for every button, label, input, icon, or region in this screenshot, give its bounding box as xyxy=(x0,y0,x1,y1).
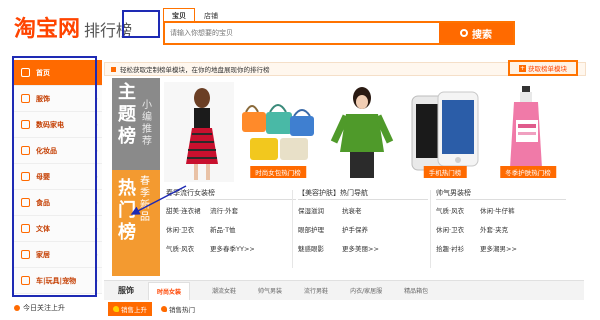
category-link[interactable]: 护手保养 xyxy=(342,224,386,234)
get-module-button[interactable]: + 获取榜单模块 xyxy=(508,60,578,76)
product-image-skincare[interactable]: 冬季护肤热门榜 xyxy=(488,82,568,182)
category-link[interactable]: 更多春季YY>> xyxy=(210,243,254,253)
bullet-icon xyxy=(14,305,20,311)
theme-ranking-title: 主题榜 xyxy=(118,82,136,147)
sidebar-highlight-box xyxy=(12,56,97,297)
hot-ranking-title: 热门榜 xyxy=(118,178,136,243)
category-link[interactable]: 更多美丽>> xyxy=(342,243,386,253)
get-module-label: 获取榜单模块 xyxy=(528,65,567,73)
list-item: 气质·风衣 休闲·牛仔裤 xyxy=(436,200,566,219)
list-item: 保湿滋润 抗衰老 xyxy=(298,200,428,219)
green-top-model-image xyxy=(322,82,402,182)
category-link[interactable]: 气质·风衣 xyxy=(436,205,480,215)
search-icon xyxy=(460,29,468,37)
hot-ranking-banner[interactable]: 热门榜 春季新品 xyxy=(112,170,160,276)
tab-bags[interactable]: 精品箱包 xyxy=(404,286,428,295)
flame-icon xyxy=(113,306,119,312)
category-link[interactable]: 甜美·连衣裙 xyxy=(166,205,210,215)
product-image-phone[interactable]: 手机热门榜 xyxy=(404,82,486,182)
sales-toggle-row: 销售上升 销售热门 xyxy=(104,300,584,318)
sales-rising-button[interactable]: 销售上升 xyxy=(108,302,152,316)
search-tab-item[interactable]: 宝贝 xyxy=(163,8,195,21)
list-item: 魅惑眼影 更多美丽>> xyxy=(298,238,428,257)
search-box: 搜索 xyxy=(163,21,515,45)
tab-womens-shoes[interactable]: 潮流女鞋 xyxy=(212,286,236,295)
tab-underwear[interactable]: 内衣/家居服 xyxy=(350,286,382,295)
category-link[interactable]: 更多潮男>> xyxy=(480,243,524,253)
apparel-tab-bar: 服饰 时尚女装 潮流女鞋 帅气男装 流行男鞋 内衣/家居服 精品箱包 xyxy=(104,280,584,300)
category-link[interactable]: 外套·夹克 xyxy=(480,224,524,234)
search-input[interactable] xyxy=(165,23,440,43)
product-caption[interactable]: 手机热门榜 xyxy=(423,166,467,178)
top-highlight-box xyxy=(122,10,160,38)
search-tabs: 宝贝 店铺 xyxy=(163,8,227,21)
tab-mens-shoes[interactable]: 流行男鞋 xyxy=(304,286,328,295)
category-column-men: 帅气男装榜 气质·风衣 休闲·牛仔裤 休闲·卫衣 外套·夹克 拾趣·衬衫 更多潮… xyxy=(436,188,566,257)
category-link[interactable]: 休闲·卫衣 xyxy=(166,224,210,234)
tab-womens-fashion[interactable]: 时尚女装 xyxy=(148,281,191,300)
list-item: 拾趣·衬衫 更多潮男>> xyxy=(436,238,566,257)
dress-model-image xyxy=(164,82,234,182)
product-image-bags[interactable]: 时尚女包热门榜 xyxy=(236,82,320,182)
notice-icon xyxy=(111,66,116,72)
search-button[interactable]: 搜索 xyxy=(439,23,513,43)
category-link[interactable]: 抗衰老 xyxy=(342,205,386,215)
list-item: 气质·风衣 更多春季YY>> xyxy=(166,238,296,257)
category-column-beauty: 【美容护肤】热门导航 保湿滋润 抗衰老 眼部护理 护手保养 魅惑眼影 更多美丽>… xyxy=(298,188,428,257)
theme-ranking-banner[interactable]: 主题榜 小编推荐 xyxy=(112,78,160,170)
product-caption[interactable]: 冬季护肤热门榜 xyxy=(500,166,556,178)
list-item: 休闲·卫衣 外套·夹克 xyxy=(436,219,566,238)
category-link[interactable]: 眼部护理 xyxy=(298,224,342,234)
category-link[interactable]: 保湿滋润 xyxy=(298,205,342,215)
section-heading: 服饰 xyxy=(118,286,134,295)
list-item: 休闲·卫衣 新品·T恤 xyxy=(166,219,296,238)
logo-main-text: 淘宝网 xyxy=(14,17,81,42)
list-item: 甜美·连衣裙 流行·外套 xyxy=(166,200,296,219)
plus-icon: + xyxy=(519,64,526,72)
search-button-label: 搜索 xyxy=(472,29,492,41)
divider xyxy=(430,190,431,268)
today-rising-link[interactable]: 今日关注上升 xyxy=(14,303,65,313)
category-link[interactable]: 新品·T恤 xyxy=(210,224,254,234)
category-link[interactable]: 休闲·牛仔裤 xyxy=(480,205,524,215)
category-link[interactable]: 气质·风衣 xyxy=(166,243,210,253)
sales-hot-label: 销售热门 xyxy=(169,306,195,314)
sales-hot-button[interactable]: 销售热门 xyxy=(156,302,200,316)
category-title[interactable]: 【美容护肤】热门导航 xyxy=(298,188,428,200)
spring-new-text: 春季新品 xyxy=(140,176,150,223)
divider xyxy=(292,190,293,268)
notice-text: 轻松获取定制榜单模块，在你的地盘展现你的排行榜 xyxy=(120,66,270,74)
category-title[interactable]: 帅气男装榜 xyxy=(436,188,566,200)
editor-recommend-text: 小编推荐 xyxy=(142,100,152,147)
taobao-logo[interactable]: 淘宝网 排行榜 xyxy=(14,16,132,42)
list-item: 眼部护理 护手保养 xyxy=(298,219,428,238)
category-title[interactable]: 春季流行女装榜 xyxy=(166,188,296,200)
sales-rising-label: 销售上升 xyxy=(121,306,147,314)
search-tab-shop[interactable]: 店铺 xyxy=(195,8,227,21)
category-link[interactable]: 拾趣·衬衫 xyxy=(436,243,480,253)
product-caption[interactable]: 时尚女包热门榜 xyxy=(250,166,306,178)
today-rising-label: 今日关注上升 xyxy=(23,304,65,312)
tab-mens-fashion[interactable]: 帅气男装 xyxy=(258,286,282,295)
category-column-women: 春季流行女装榜 甜美·连衣裙 流行·外套 休闲·卫衣 新品·T恤 气质·风衣 更… xyxy=(166,188,296,257)
category-link[interactable]: 休闲·卫衣 xyxy=(436,224,480,234)
category-link[interactable]: 魅惑眼影 xyxy=(298,243,342,253)
product-image-green-top[interactable] xyxy=(322,82,402,182)
category-link[interactable]: 流行·外套 xyxy=(210,205,254,215)
product-image-dress[interactable] xyxy=(164,82,234,182)
flame-icon xyxy=(161,306,167,312)
